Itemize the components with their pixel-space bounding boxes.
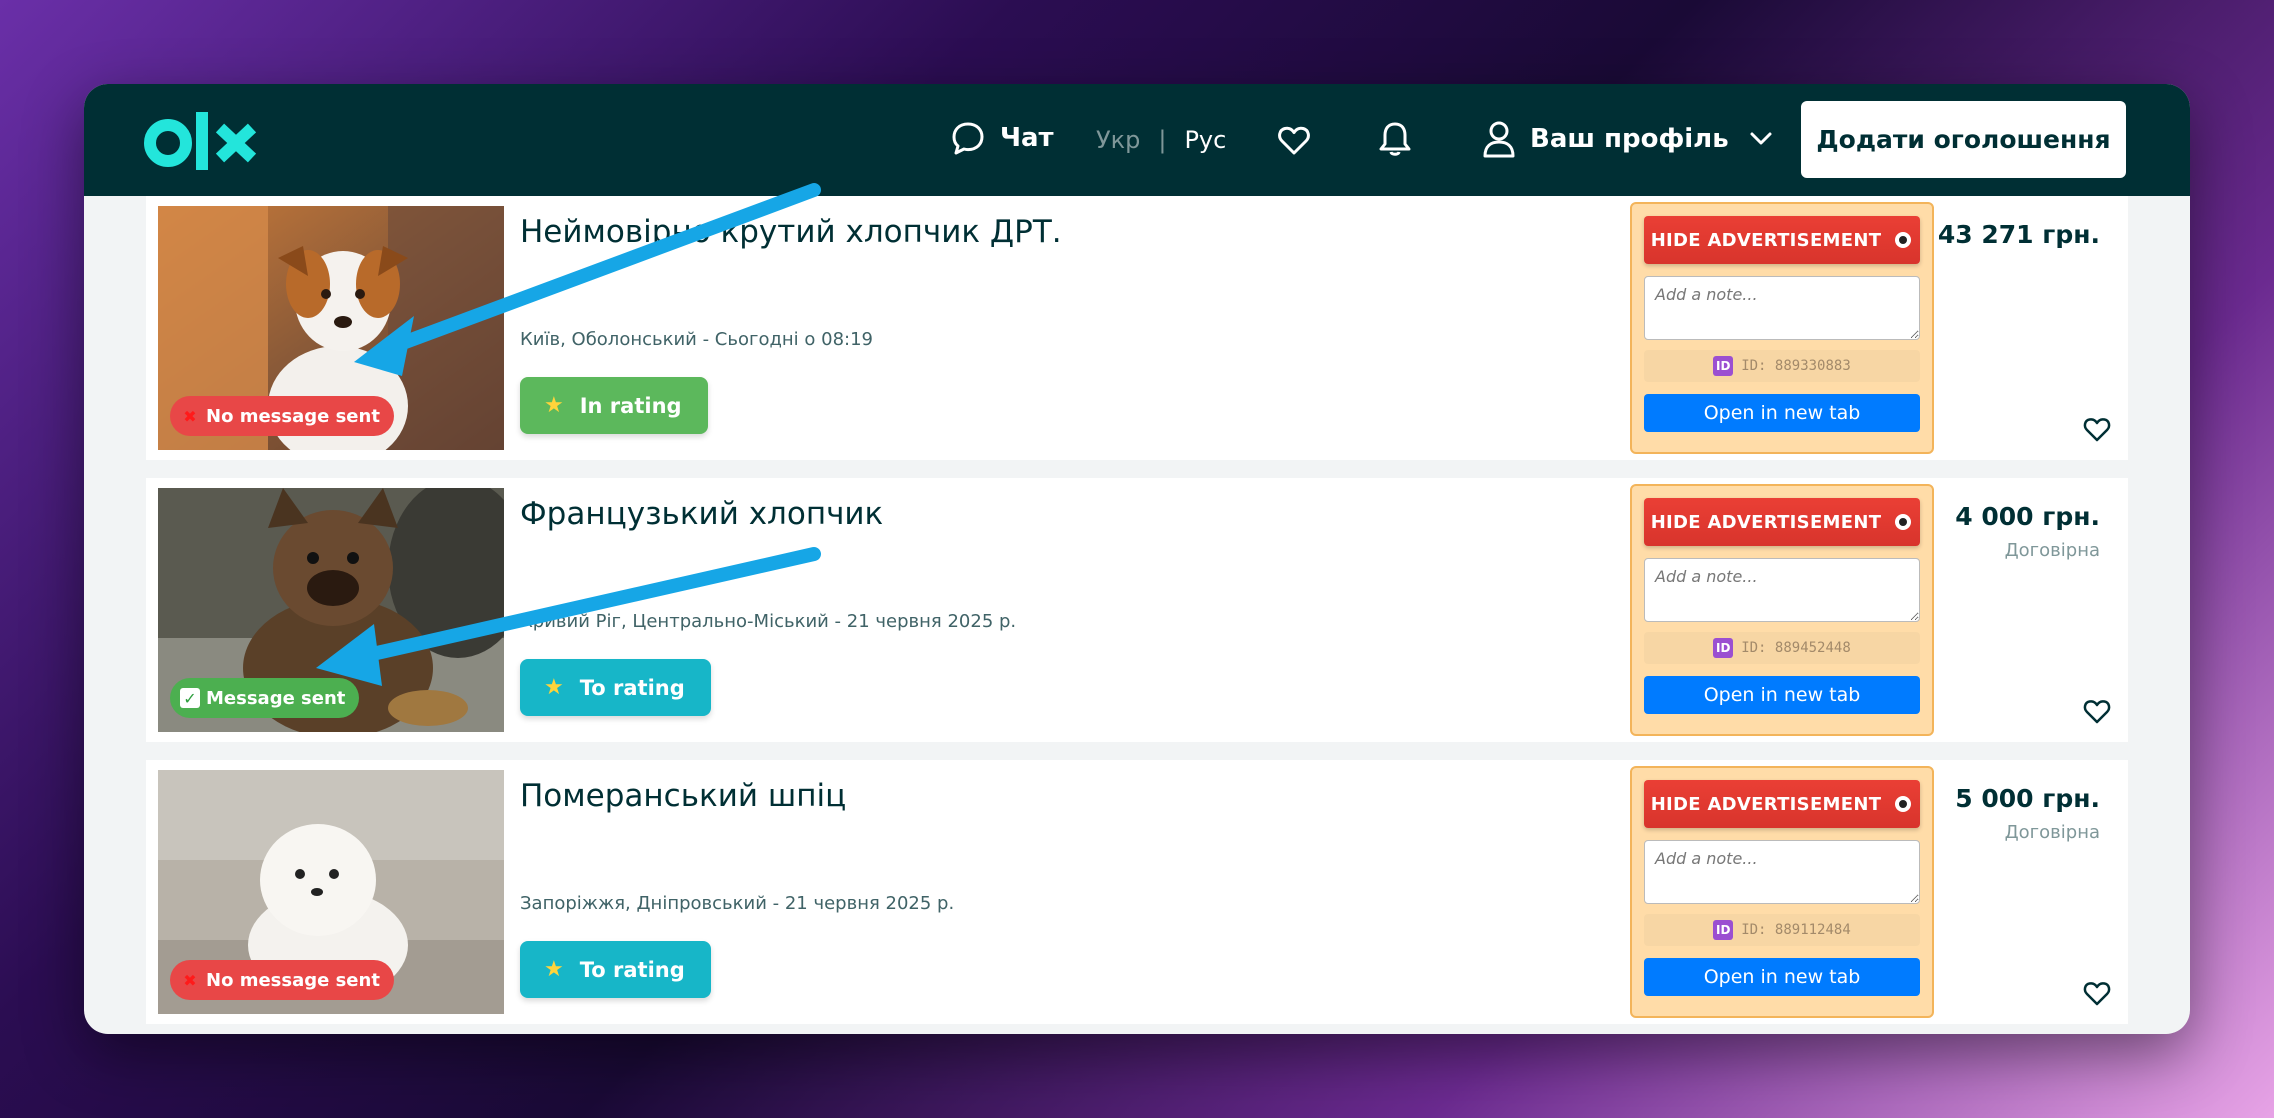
eye-icon [1895,796,1912,812]
eye-icon [1895,514,1912,530]
profile-label: Ваш профіль [1530,124,1729,154]
star-icon: ★ [544,957,564,982]
language-switcher: Укр | Рус [1096,126,1226,154]
heart-icon[interactable] [2082,978,2112,1008]
note-input[interactable] [1644,840,1920,904]
chat-label: Чат [1000,123,1054,153]
cross-icon: ✖ [183,970,197,990]
extension-panel: HIDE ADVERTISEMENT ID ID: 889452448 Open… [1630,484,1934,736]
listing-price: 5 000 грн. [1955,784,2100,813]
id-badge-icon: ID [1713,920,1734,940]
star-icon: ★ [544,675,564,700]
open-new-tab-button[interactable]: Open in new tab [1644,958,1920,996]
listing-id: ID ID: 889330883 [1644,350,1920,382]
chat-bubble-icon [952,122,984,155]
price-negotiable: Договірна [2004,822,2100,843]
cross-icon: ✖ [183,406,197,426]
user-icon [1483,121,1515,158]
hide-advertisement-button[interactable]: HIDE ADVERTISEMENT [1644,216,1920,264]
profile-menu[interactable]: Ваш профіль [1482,120,1773,158]
rating-label: To rating [579,957,685,982]
message-status-badge: ✖ No message sent [170,396,394,436]
listing-id: ID ID: 889452448 [1644,632,1920,664]
message-status-label: No message sent [206,969,380,991]
id-label: ID: 889112484 [1741,922,1851,938]
id-badge-icon: ID [1713,356,1734,376]
hide-label: HIDE ADVERTISEMENT [1650,511,1882,533]
chat-link[interactable]: Чат [950,120,1054,156]
note-input[interactable] [1644,558,1920,622]
listing-location: Київ, Оболонський - Сьогодні о 08:19 [520,329,874,350]
message-status-label: Message sent [206,687,346,709]
listing-photo[interactable]: ✓ Message sent [158,488,504,732]
listing-title[interactable]: Померанський шпіц [520,778,846,814]
id-label: ID: 889330883 [1741,358,1851,374]
rating-button[interactable]: ★ In rating [520,377,708,434]
lang-rus[interactable]: Рус [1184,126,1226,154]
listing-photo[interactable]: ✖ No message sent [158,206,504,450]
chevron-down-icon [1750,132,1772,145]
listing-location: Запоріжжя, Дніпровський - 21 червня 2025… [520,893,955,914]
eye-icon [1895,232,1912,248]
id-badge-icon: ID [1713,638,1734,658]
listing-card[interactable]: ✖ No message sent Неймовірно крутий хлоп… [146,196,2128,460]
listing-card[interactable]: ✓ Message sent Французький хлопчик Криви… [146,478,2128,742]
heart-icon[interactable] [2082,414,2112,444]
open-new-tab-button[interactable]: Open in new tab [1644,676,1920,714]
browser-window: Чат Укр | Рус Ваш профіль Додати оголоше… [84,84,2190,1034]
rating-label: In rating [579,393,682,418]
hide-advertisement-button[interactable]: HIDE ADVERTISEMENT [1644,498,1920,546]
rating-label: To rating [579,675,685,700]
extension-panel: HIDE ADVERTISEMENT ID ID: 889112484 Open… [1630,766,1934,1018]
listing-id: ID ID: 889112484 [1644,914,1920,946]
listing-card[interactable]: ✖ No message sent Померанський шпіц Запо… [146,760,2128,1024]
listing-price: 4 000 грн. [1955,502,2100,531]
lang-separator: | [1158,126,1167,154]
message-status-label: No message sent [206,405,380,427]
bell-icon[interactable] [1377,120,1413,158]
price-negotiable: Договірна [2004,540,2100,561]
message-status-badge: ✖ No message sent [170,960,394,1000]
open-new-tab-button[interactable]: Open in new tab [1644,394,1920,432]
checkmark-icon: ✓ [180,688,200,708]
hide-label: HIDE ADVERTISEMENT [1650,229,1882,251]
listing-price: 43 271 грн. [1937,220,2100,249]
id-label: ID: 889452448 [1741,640,1851,656]
listing-title[interactable]: Французький хлопчик [520,496,883,532]
site-header: Чат Укр | Рус Ваш профіль Додати оголоше… [84,84,2190,196]
hide-advertisement-button[interactable]: HIDE ADVERTISEMENT [1644,780,1920,828]
heart-icon[interactable] [1276,122,1312,158]
listing-location: Кривий Ріг, Центрально-Міський - 21 черв… [520,611,1017,632]
note-input[interactable] [1644,276,1920,340]
rating-button[interactable]: ★ To rating [520,941,711,998]
star-icon: ★ [544,393,564,418]
olx-logo[interactable] [144,110,266,172]
listing-photo[interactable]: ✖ No message sent [158,770,504,1014]
extension-panel: HIDE ADVERTISEMENT ID ID: 889330883 Open… [1630,202,1934,454]
lang-ukr[interactable]: Укр [1096,126,1140,154]
message-status-badge: ✓ Message sent [170,678,360,718]
add-listing-button[interactable]: Додати оголошення [1801,101,2126,178]
hide-label: HIDE ADVERTISEMENT [1650,793,1882,815]
listing-title[interactable]: Неймовірно крутий хлопчик ДРТ. [520,214,1062,250]
heart-icon[interactable] [2082,696,2112,726]
rating-button[interactable]: ★ To rating [520,659,711,716]
